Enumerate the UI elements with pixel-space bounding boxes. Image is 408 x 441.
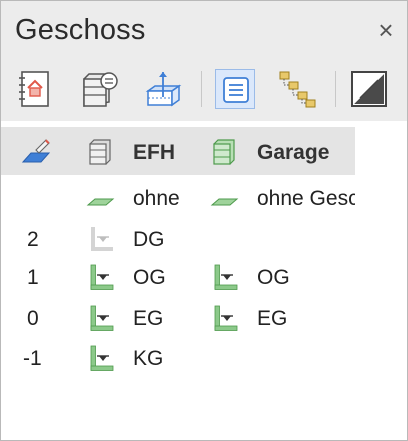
floor-number: -1: [23, 347, 42, 370]
floor-row-og[interactable]: 1 OG OG: [1, 258, 407, 296]
floor-name: EG: [133, 307, 164, 330]
floor-level-green-icon: [209, 262, 239, 292]
floor-panel: Geschoss × EFH Garage ohne ohne Gesc 2 D…: [0, 0, 408, 441]
pencil-plane-icon[interactable]: [21, 136, 51, 166]
list-view-icon: [223, 77, 249, 103]
toolbar: [1, 59, 407, 121]
floor-name: ohne: [133, 187, 180, 210]
floor-number: 2: [27, 228, 39, 251]
contrast-icon: [351, 71, 387, 107]
floor-level-green-icon: [85, 262, 115, 292]
tree-view-button[interactable]: [277, 69, 317, 109]
floor-row-eg[interactable]: 0 EG EG: [1, 299, 407, 337]
contrast-button[interactable]: [349, 69, 389, 109]
column-garage-label[interactable]: Garage: [257, 141, 329, 165]
toolbar-separator: [201, 71, 202, 107]
floor-height-button[interactable]: [143, 69, 183, 109]
floor-name: OG: [133, 266, 166, 289]
floor-number: 1: [27, 266, 39, 289]
building-gray-icon: [85, 136, 115, 166]
floor-level-green-icon: [85, 303, 115, 333]
floor-name: ohne Geschoss: [257, 187, 355, 210]
column-efh-label[interactable]: EFH: [133, 141, 175, 165]
floor-name: KG: [133, 347, 164, 370]
panel-title: Geschoss: [15, 14, 146, 46]
plane-green-icon: [209, 183, 239, 213]
floor-number: 0: [27, 307, 39, 330]
floor-name: OG: [257, 266, 290, 289]
floor-name: EG: [257, 307, 288, 330]
list-view-button[interactable]: [215, 69, 255, 109]
column-header: EFH Garage: [1, 127, 355, 175]
floor-settings-icon: [83, 72, 118, 107]
close-icon[interactable]: ×: [374, 17, 398, 43]
floor-height-icon: [145, 72, 182, 107]
building-book-button[interactable]: [15, 69, 55, 109]
tree-view-icon: [279, 71, 316, 108]
plane-green-icon: [85, 183, 115, 213]
floor-row-dg[interactable]: 2 DG: [1, 220, 407, 258]
panel-titlebar: Geschoss ×: [1, 1, 407, 59]
floor-level-green-icon: [85, 343, 115, 373]
floor-settings-button[interactable]: [79, 69, 119, 109]
toolbar-separator: [335, 71, 336, 107]
floor-row-ohne[interactable]: ohne ohne Geschoss: [1, 179, 407, 217]
floor-row-kg[interactable]: -1 KG: [1, 339, 407, 377]
building-book-icon: [19, 71, 49, 107]
building-green-icon: [209, 136, 239, 166]
floor-level-gray-icon: [85, 224, 115, 254]
floor-name: DG: [133, 228, 165, 251]
floor-level-green-icon: [209, 303, 239, 333]
